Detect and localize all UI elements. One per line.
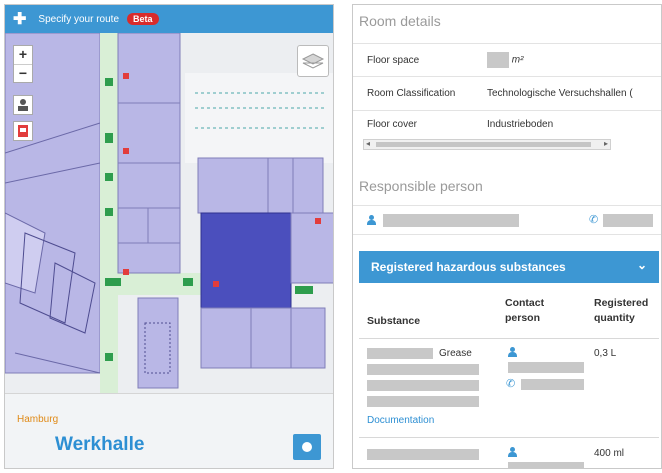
beta-badge: Beta: [127, 13, 159, 25]
plus-icon[interactable]: ✚: [13, 9, 26, 29]
scroll-left-icon[interactable]: ◂: [366, 139, 370, 148]
chevron-down-icon[interactable]: ⌄: [637, 258, 647, 272]
route-label[interactable]: Specify your route: [38, 14, 119, 25]
city-label: Hamburg: [17, 414, 59, 425]
map-panel: ✚ Specify your route Beta + − Hamburg We…: [4, 4, 334, 469]
room-row-floor-cover: Floor cover Industrieboden: [353, 111, 661, 137]
redacted-substance: [367, 396, 479, 407]
substance-name: Grease: [439, 348, 472, 359]
redacted-contact: [508, 362, 584, 373]
floor-plan-map[interactable]: [5, 33, 333, 393]
phone-icon: ✆: [589, 214, 599, 226]
room-row-classification: Room Classification Technologische Versu…: [353, 77, 661, 111]
quantity-value: 400 ml: [594, 448, 625, 459]
phone-icon: ✆: [506, 378, 516, 390]
layers-icon[interactable]: [297, 45, 329, 77]
row-label: Floor cover: [367, 119, 418, 130]
building-name: Werkhalle: [55, 434, 145, 455]
room-row-floor-space: Floor space m²: [353, 43, 661, 77]
redacted-contact: [508, 462, 584, 468]
person-icon: [367, 215, 376, 225]
redacted-name: [383, 214, 519, 227]
row-label: Floor space: [367, 55, 420, 66]
row-label: Room Classification: [367, 88, 456, 99]
hazardous-substances-header[interactable]: Registered hazardous substances ⌄: [359, 251, 659, 283]
location-info: Hamburg Werkhalle: [5, 393, 333, 468]
responsible-person-row: ✆: [353, 205, 661, 235]
redacted-substance: [367, 449, 479, 460]
person-icon: [508, 347, 517, 357]
col-header-quantity: Registered quantity: [594, 297, 649, 324]
redacted-substance: [367, 364, 479, 375]
responsible-person-title: Responsible person: [359, 178, 483, 194]
zoom-control: + −: [13, 45, 33, 83]
redacted-phone[interactable]: [603, 214, 653, 227]
person-icon[interactable]: [13, 95, 33, 115]
unit-label: m²: [511, 54, 524, 66]
zoom-in-button[interactable]: +: [14, 46, 32, 64]
row-value: m²: [487, 52, 523, 68]
redacted-value: [487, 52, 509, 68]
horizontal-scrollbar[interactable]: ◂ ▸: [363, 139, 611, 150]
scroll-right-icon[interactable]: ▸: [604, 139, 608, 148]
zoom-out-button[interactable]: −: [14, 64, 32, 82]
redacted-phone[interactable]: [521, 379, 584, 390]
app-root: ✚ Specify your route Beta + − Hamburg We…: [0, 0, 662, 473]
room-details-title: Room details: [359, 13, 441, 29]
table-divider: [359, 338, 659, 339]
row-value: Industrieboden: [487, 119, 554, 130]
hazardous-title[interactable]: Registered hazardous substances: [371, 260, 566, 274]
scroll-thumb[interactable]: [376, 142, 591, 147]
redacted-substance: [367, 380, 479, 391]
quantity-value: 0,3 L: [594, 348, 617, 359]
info-icon[interactable]: [293, 434, 321, 460]
col-header-contact: Contact person: [505, 297, 545, 324]
route-bar[interactable]: ✚ Specify your route Beta: [5, 5, 333, 33]
documentation-link[interactable]: Documentation: [367, 415, 434, 426]
table-divider: [359, 437, 659, 438]
redacted-substance: [367, 348, 433, 359]
detail-panel: Room details Floor space m² Room Classif…: [352, 4, 662, 469]
col-header-substance: Substance: [367, 315, 421, 327]
row-value: Technologische Versuchshallen (: [487, 88, 633, 99]
escape-plan-icon[interactable]: [13, 121, 33, 141]
person-icon: [508, 447, 517, 457]
